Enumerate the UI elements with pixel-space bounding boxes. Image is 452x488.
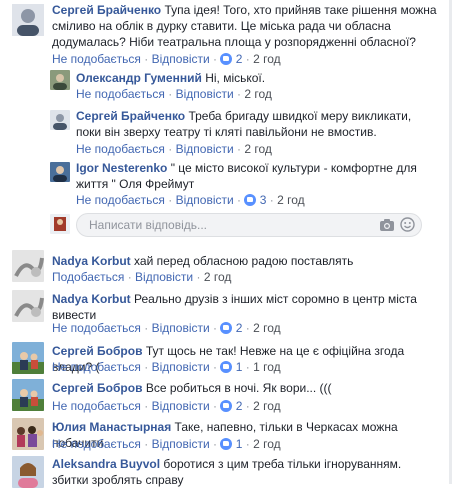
- comment-text: Все робиться в ночі. Як вори... (((: [145, 381, 332, 395]
- avatar[interactable]: [12, 4, 44, 36]
- avatar[interactable]: [50, 70, 70, 90]
- reply-button[interactable]: Відповісти: [152, 52, 210, 66]
- comment-author[interactable]: Сергей Брайченко: [76, 109, 185, 123]
- like-button[interactable]: Не подобається: [76, 87, 165, 101]
- reply-box: [76, 213, 422, 237]
- comment-actions: Не подобається · Відповісти · 1 · 1 год: [52, 360, 281, 374]
- avatar[interactable]: [12, 379, 44, 411]
- comment-actions: Не подобається · Відповісти · 3 · 2 год: [76, 193, 305, 207]
- comment-author[interactable]: Сергей Брайченко: [52, 3, 161, 17]
- avatar[interactable]: [12, 456, 44, 488]
- comment-actions: Не подобається · Відповісти · 1 · 2 год: [52, 437, 281, 451]
- reply-input[interactable]: [89, 217, 349, 233]
- comment-author[interactable]: Олександр Гуменний: [76, 71, 202, 85]
- reply-button[interactable]: Відповісти: [152, 437, 210, 451]
- reaction-count[interactable]: 3: [260, 193, 267, 207]
- avatar[interactable]: [12, 250, 44, 282]
- reply-button[interactable]: Відповісти: [176, 87, 234, 101]
- like-button[interactable]: Не подобається: [76, 193, 165, 207]
- like-button[interactable]: Не подобається: [52, 399, 141, 413]
- timestamp[interactable]: 2 год: [244, 142, 272, 156]
- comment-author[interactable]: Nadya Korbut: [52, 254, 131, 268]
- comment-author[interactable]: Igor Nesterenko: [76, 161, 167, 175]
- comment-author[interactable]: Сергей Бобров: [52, 344, 142, 358]
- comment-author[interactable]: Aleksandra Buyvol: [52, 457, 160, 471]
- comment-text: Ні, міської.: [205, 71, 266, 85]
- timestamp[interactable]: 2 год: [244, 87, 272, 101]
- comment-author[interactable]: Nadya Korbut: [52, 292, 131, 306]
- like-button[interactable]: Не подобається: [52, 52, 141, 66]
- avatar[interactable]: [12, 290, 44, 322]
- reaction-count[interactable]: 2: [236, 399, 243, 413]
- avatar[interactable]: [50, 110, 70, 130]
- comment-author[interactable]: Сергей Бобров: [52, 381, 142, 395]
- comment-author[interactable]: Юлия Манастырная: [52, 420, 171, 434]
- like-button[interactable]: Не подобається: [52, 360, 141, 374]
- timestamp[interactable]: 2 год: [253, 437, 281, 451]
- like-button[interactable]: Не подобається: [76, 142, 165, 156]
- comment-actions: Не подобається · Відповісти · 2 год: [76, 142, 272, 156]
- reply-button[interactable]: Відповісти: [176, 193, 234, 207]
- reply-button[interactable]: Відповісти: [152, 399, 210, 413]
- timestamp[interactable]: 2 год: [253, 321, 281, 335]
- timestamp[interactable]: 2 год: [277, 193, 305, 207]
- like-reaction-icon: [244, 194, 257, 206]
- like-reaction-icon: [220, 322, 233, 334]
- timestamp[interactable]: 2 год: [204, 270, 232, 284]
- like-button[interactable]: Подобається: [52, 270, 124, 284]
- camera-icon[interactable]: [379, 218, 395, 235]
- comment-actions: Не подобається · Відповісти · 2 · 2 год: [52, 321, 281, 335]
- reply-button[interactable]: Відповісти: [176, 142, 234, 156]
- like-reaction-icon: [220, 400, 233, 412]
- like-button[interactable]: Не подобається: [52, 437, 141, 451]
- avatar[interactable]: [50, 162, 70, 182]
- comment-actions: Подобається · Відповісти · 2 год: [52, 270, 232, 284]
- reply-button[interactable]: Відповісти: [152, 360, 210, 374]
- reaction-count[interactable]: 2: [236, 52, 243, 66]
- reaction-count[interactable]: 1: [236, 437, 243, 451]
- like-reaction-icon: [220, 361, 233, 373]
- like-reaction-icon: [220, 53, 233, 65]
- avatar[interactable]: [12, 342, 44, 374]
- emoji-icon[interactable]: [400, 217, 415, 235]
- timestamp[interactable]: 2 год: [253, 399, 281, 413]
- current-user-avatar: [50, 214, 70, 234]
- timestamp[interactable]: 2 год: [253, 52, 281, 66]
- reaction-count[interactable]: 2: [236, 321, 243, 335]
- like-button[interactable]: Не подобається: [52, 321, 141, 335]
- reaction-count[interactable]: 1: [236, 360, 243, 374]
- comment-actions: Не подобається · Відповісти · 2 · 2 год: [52, 52, 281, 66]
- comment-text: хай перед обласною радою поставлять: [134, 254, 354, 268]
- like-reaction-icon: [220, 438, 233, 450]
- avatar[interactable]: [12, 418, 44, 450]
- reply-button[interactable]: Відповісти: [135, 270, 193, 284]
- timestamp[interactable]: 1 год: [253, 360, 281, 374]
- comment-actions: Не подобається · Відповісти · 2 · 2 год: [52, 399, 281, 413]
- comment-actions: Не подобається · Відповісти · 2 год: [76, 87, 272, 101]
- reply-button[interactable]: Відповісти: [152, 321, 210, 335]
